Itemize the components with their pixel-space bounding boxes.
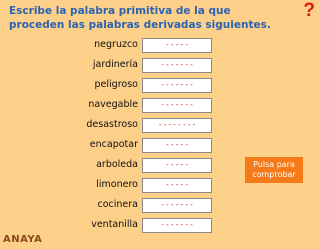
- word-row: cocinera -------: [0, 198, 320, 214]
- answer-field[interactable]: -------: [142, 58, 212, 73]
- word-row: desastroso --------: [0, 118, 320, 134]
- derived-word: encapotar: [89, 139, 138, 150]
- answer-field[interactable]: -------: [142, 78, 212, 93]
- answer-field[interactable]: -----: [142, 138, 212, 153]
- word-row: ventanilla -------: [0, 218, 320, 234]
- word-row: navegable -------: [0, 98, 320, 114]
- derived-word: jardinería: [92, 59, 138, 70]
- word-row: jardinería -------: [0, 58, 320, 74]
- answer-field[interactable]: -------: [142, 98, 212, 113]
- answer-field[interactable]: --------: [142, 118, 212, 133]
- instruction-text: Escribe la palabra primitiva de la que p…: [9, 5, 271, 31]
- derived-word: desastroso: [86, 119, 138, 130]
- derived-word: negruzco: [94, 39, 138, 50]
- answer-field[interactable]: -------: [142, 218, 212, 233]
- answer-field[interactable]: -----: [142, 158, 212, 173]
- answer-field[interactable]: -----: [142, 38, 212, 53]
- derived-word: arboleda: [96, 159, 138, 170]
- derived-word: peligroso: [94, 79, 138, 90]
- derived-word: navegable: [88, 99, 138, 110]
- answer-field[interactable]: -----: [142, 178, 212, 193]
- derived-word: limonero: [96, 179, 138, 190]
- derived-word: cocinera: [97, 199, 139, 210]
- check-button[interactable]: Pulsa para comprobar: [245, 157, 303, 183]
- answer-field[interactable]: -------: [142, 198, 212, 213]
- word-row: peligroso -------: [0, 78, 320, 94]
- publisher-logo: ANAYA: [3, 234, 43, 245]
- word-row: negruzco -----: [0, 38, 320, 54]
- word-row: encapotar -----: [0, 138, 320, 154]
- help-icon[interactable]: ?: [303, 0, 315, 22]
- derived-word: ventanilla: [91, 219, 138, 230]
